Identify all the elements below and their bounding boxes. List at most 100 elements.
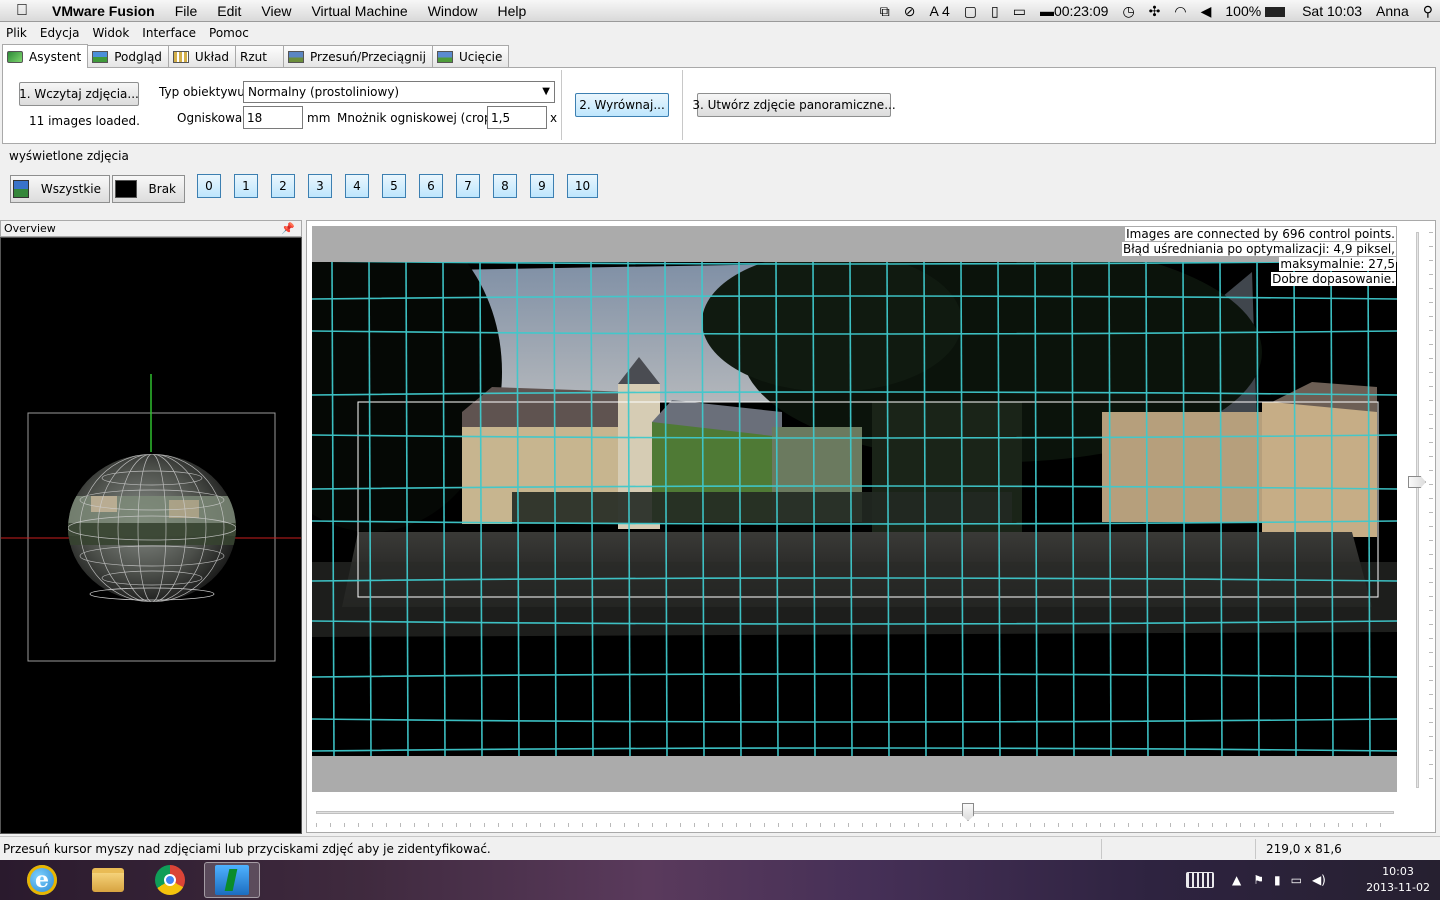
status-dimensions: 219,0 x 81,6 (1266, 842, 1342, 856)
image-toggle-2[interactable]: 2 (271, 174, 295, 198)
battery-percent: 100% (1225, 3, 1262, 19)
image-toggle-8[interactable]: 8 (493, 174, 517, 198)
speaker-icon[interactable]: ◀) (1312, 873, 1326, 887)
taskbar-file-explorer[interactable] (80, 862, 136, 898)
taskbar-time: 10:03 (1382, 865, 1414, 878)
image-toggle-9[interactable]: 9 (530, 174, 554, 198)
crop-factor-input[interactable]: 1,5 (487, 106, 547, 129)
apple-menu-icon[interactable]:  (0, 2, 44, 20)
tab-uciecie[interactable]: Ucięcie (431, 45, 510, 67)
mac-menu-bar:  VMware Fusion File Edit View Virtual M… (0, 0, 1440, 22)
lens-type-select[interactable]: Normalny (prostoliniowy) ▼ (243, 81, 555, 103)
time-machine-icon[interactable]: ◷ (1115, 3, 1141, 20)
windows-taskbar: e ▲ ⚑ ▮ ▭ ◀) 10:03 2013-11-02 (0, 860, 1440, 900)
mac-menu-virtual-machine[interactable]: Virtual Machine (301, 3, 417, 19)
adobe-icon[interactable]: A 4 (922, 3, 956, 19)
menu-plik[interactable]: Plik (0, 26, 34, 40)
tab-label: Podgląd (114, 49, 162, 64)
power-icon[interactable]: ▮ (1274, 873, 1281, 887)
taskbar-internet-explorer[interactable]: e (14, 862, 70, 898)
mac-menu-app-name[interactable]: VMware Fusion (44, 3, 165, 19)
overview-header: Overview 📌 (0, 220, 302, 237)
phone-icon[interactable]: ▯ (984, 3, 1006, 20)
panorama-image[interactable] (312, 262, 1397, 756)
stats-fit-quality: Dobre dopasowanie. (1271, 272, 1396, 286)
tab-podglad[interactable]: Podgląd (87, 45, 169, 67)
menu-interface[interactable]: Interface (136, 26, 203, 40)
keyboard-icon[interactable] (1186, 872, 1214, 888)
image-toggle-1[interactable]: 1 (234, 174, 258, 198)
vertical-fov-slider[interactable] (1416, 232, 1419, 788)
spotlight-search-icon[interactable]: ⚲ (1416, 3, 1440, 20)
battery-icon (1265, 7, 1286, 18)
app-menu-bar: Plik Edycja Widok Interface Pomoc (0, 22, 1440, 43)
tab-asystent[interactable]: Asystent (2, 44, 89, 68)
align-button[interactable]: 2. Wyrównaj... (575, 93, 669, 117)
mac-menu-window[interactable]: Window (418, 3, 488, 19)
volume-icon[interactable]: ◀ (1194, 3, 1219, 20)
main-tabs: Asystent Podgląd Układ Rzut Przesuń/Prze… (2, 44, 510, 68)
image-toggle-3[interactable]: 3 (308, 174, 332, 198)
horizontal-slider-ticks (316, 823, 1394, 827)
mac-menu-edit[interactable]: Edit (207, 3, 251, 19)
bluetooth-icon[interactable]: ✣ (1142, 3, 1168, 20)
focal-length-input[interactable]: 18 (243, 106, 303, 129)
optimization-stats: Images are connected by 696 control poin… (1122, 227, 1396, 287)
status-separator (1101, 839, 1102, 859)
network-icon[interactable]: ▭ (1291, 873, 1302, 887)
taskbar-chrome[interactable] (142, 862, 198, 898)
tab-uklad[interactable]: Układ (167, 45, 237, 67)
mac-clock[interactable]: Sat 10:03 (1295, 3, 1369, 19)
stats-mean-error: Błąd uśredniania po optymalizacji: 4,9 p… (1122, 242, 1396, 256)
hugin-icon (215, 865, 249, 895)
overview-sphere-view[interactable] (1, 238, 302, 834)
vmware-status-icon[interactable]: ⧉ (873, 3, 897, 20)
tab-label: Rzut (240, 49, 267, 64)
overview-panel[interactable] (0, 237, 302, 834)
mac-menu-view[interactable]: View (251, 3, 301, 19)
mac-menu-file[interactable]: File (165, 3, 208, 19)
image-toggle-4[interactable]: 4 (345, 174, 369, 198)
image-toggle-5[interactable]: 5 (382, 174, 406, 198)
assistant-panel: 1. Wczytaj zdjęcia... 11 images loaded. … (2, 67, 1436, 144)
stats-max-error: maksymalnie: 27,5 (1279, 257, 1396, 271)
image-toggle-0[interactable]: 0 (197, 174, 221, 198)
horizontal-fov-slider[interactable] (316, 811, 1394, 814)
separator (561, 70, 562, 140)
tab-rzut[interactable]: Rzut (235, 45, 284, 67)
window-icon[interactable]: ▢ (957, 3, 984, 20)
airplay-icon[interactable]: ▭ (1006, 3, 1033, 20)
user-name[interactable]: Anna (1369, 3, 1416, 19)
show-none-button[interactable]: Brak (112, 175, 185, 203)
focal-length-label: Ogniskowa: (177, 111, 247, 125)
image-toggle-6[interactable]: 6 (419, 174, 443, 198)
timer-status[interactable]: ▬00:23:09 (1033, 3, 1116, 19)
show-none-label: Brak (148, 182, 176, 196)
battery-status[interactable]: 100% (1218, 3, 1295, 19)
taskbar-clock[interactable]: 10:03 2013-11-02 (1366, 864, 1430, 896)
image-toggle-7[interactable]: 7 (456, 174, 480, 198)
load-images-button[interactable]: 1. Wczytaj zdjęcia... (19, 82, 139, 106)
vertical-slider-ticks (1429, 232, 1433, 788)
pin-icon[interactable]: 📌 (281, 221, 295, 236)
taskbar-hugin[interactable] (204, 862, 260, 898)
timer-text: 00:23:09 (1053, 3, 1109, 19)
menu-edycja[interactable]: Edycja (34, 26, 87, 40)
crop-icon (436, 50, 453, 63)
menu-widok[interactable]: Widok (86, 26, 136, 40)
do-not-disturb-icon[interactable]: ⊘ (897, 3, 923, 20)
separator (682, 70, 683, 140)
tab-przesun-przeciagnij[interactable]: Przesuń/Przeciągnij (283, 45, 433, 67)
show-hidden-icons-icon[interactable]: ▲ (1232, 873, 1241, 887)
image-toggle-10[interactable]: 10 (567, 174, 598, 198)
mac-menu-help[interactable]: Help (488, 3, 537, 19)
move-drag-icon (288, 50, 304, 63)
create-panorama-button[interactable]: 3. Utwórz zdjęcie panoramiczne... (692, 93, 896, 117)
menu-pomoc[interactable]: Pomoc (203, 26, 256, 40)
panorama-preview[interactable] (312, 262, 1397, 756)
wifi-icon[interactable]: ◠ (1167, 3, 1193, 20)
show-all-button[interactable]: Wszystkie (10, 175, 110, 203)
action-center-icon[interactable]: ⚑ (1253, 873, 1264, 887)
show-all-icon (13, 180, 29, 198)
preview-icon (92, 50, 109, 63)
